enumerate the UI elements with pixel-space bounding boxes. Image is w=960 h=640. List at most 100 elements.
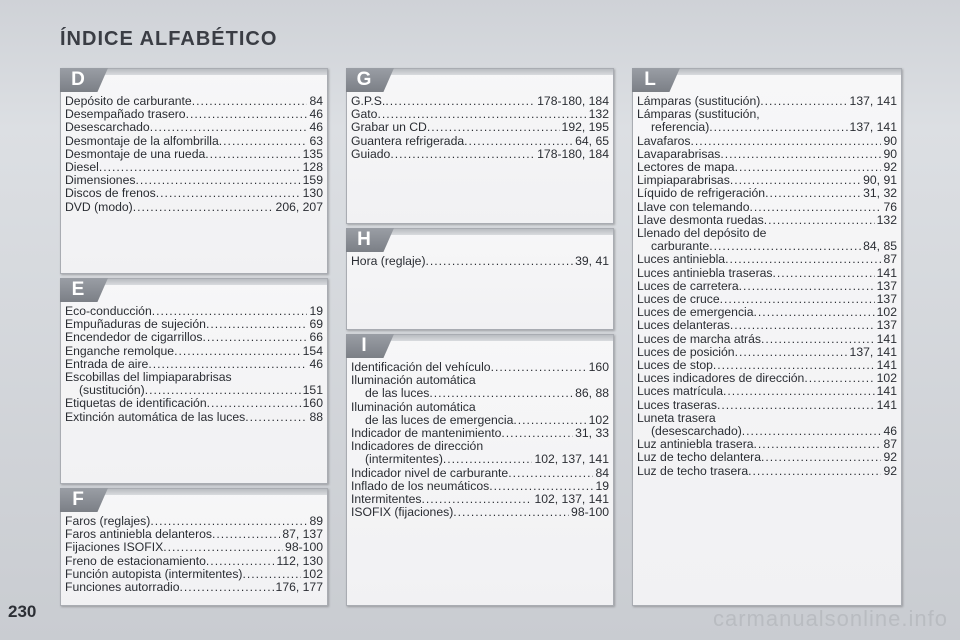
index-entry: Líquido de refrigeración 31, 32	[637, 187, 897, 200]
index-entry: Indicador nivel de carburante 84	[351, 465, 609, 480]
index-entry: Luz de techo delantera 92	[637, 451, 897, 464]
section-d: D Depósito de carburante84Desempañado tr…	[60, 68, 328, 274]
section-letter-d: D	[60, 68, 108, 92]
index-entry-leader	[748, 465, 881, 478]
index-entry-pages: 76	[883, 199, 897, 214]
index-entry: Luces de marcha atrás 141	[637, 331, 897, 346]
index-entry: referencia) 137, 141	[637, 121, 897, 134]
index-entry-pages: 192, 195	[561, 120, 609, 135]
index-entry-pages: 63	[309, 133, 323, 148]
index-entry-leader	[765, 187, 861, 200]
page-title: ÍNDICE ALFABÉTICO	[60, 28, 278, 50]
index-entry-pages: 137	[876, 318, 897, 333]
index-entry-leader	[150, 121, 308, 134]
index-entry: Llave con telemando 76	[637, 199, 897, 214]
index-entry-leader	[725, 253, 881, 266]
index-entry-term: Luces antiniebla traseras	[637, 265, 773, 280]
index-entry: de las luces 86, 88	[351, 387, 609, 400]
index-entry-leader	[133, 201, 274, 214]
index-entry-leader	[429, 387, 573, 400]
index-entry-leader	[180, 581, 274, 594]
index-entry: Guiado 178-180, 184	[351, 146, 609, 161]
index-entry-term: Guantera refrigerada	[351, 133, 465, 148]
index-entry: Funciones autorradio 176, 177	[65, 580, 323, 595]
index-entry-pages: 132	[876, 212, 897, 227]
index-entry-leader	[203, 331, 308, 344]
index-entry-pages: 160	[302, 396, 323, 411]
section-e: E Eco-conducción19Empuñaduras de sujeció…	[60, 278, 328, 484]
index-entry-pages: 64, 65	[575, 133, 609, 148]
section-letter-e: E	[60, 278, 108, 302]
index-entry: ISOFIX (fijaciones) 98-100	[351, 506, 609, 519]
index-entry-leader	[156, 187, 301, 200]
index-entry-pages: 206, 207	[275, 199, 323, 214]
index-entry-pages: 137, 141	[849, 94, 897, 108]
index-entry-term: Enganche remolque	[65, 343, 175, 358]
index-entry-leader	[764, 214, 875, 227]
section-letter-i: I	[346, 334, 394, 358]
index-entry-leader	[508, 467, 593, 480]
index-entry-pages: 98-100	[571, 505, 609, 520]
index-entry-term: de las luces	[365, 386, 430, 401]
index-column-2: G G.P.S.178-180, 184Gato132Grabar un CD1…	[346, 68, 614, 606]
index-entry-term: Discos de frenos	[65, 186, 156, 201]
index-entry-term: Fijaciones ISOFIX	[65, 540, 164, 555]
index-entry-pages: 39, 41	[575, 254, 609, 268]
index-entry-leader	[206, 555, 275, 568]
index-entry-leader	[754, 306, 875, 319]
index-entry-leader	[427, 121, 560, 134]
index-entry: Luces antiniebla traseras 141	[637, 265, 897, 280]
index-entry-term: Hora (reglaje)	[351, 254, 426, 268]
index-entry-pages: 46	[309, 356, 323, 371]
index-entry-pages: 141	[876, 331, 897, 346]
index-entry-leader	[723, 385, 875, 398]
index-entry-pages: 90	[883, 133, 897, 148]
index-entry-pages: 141	[876, 397, 897, 412]
index-entry-pages: 46	[309, 120, 323, 135]
index-entry-term: Indicador nivel de carburante	[351, 465, 509, 480]
index-entry: Discos de frenos 130	[65, 187, 323, 200]
index-entry-pages: 31, 32	[863, 186, 897, 201]
index-entry: Lavafaros 90	[637, 133, 897, 148]
index-entry-leader	[720, 148, 881, 161]
index-entry-leader	[804, 372, 874, 385]
index-entry-leader	[739, 280, 875, 293]
index-entry-pages: 130	[302, 186, 323, 201]
section-i-entries: Identificación del vehículo160Iluminació…	[351, 360, 609, 519]
index-entry-leader	[749, 201, 881, 214]
index-entry: Encendedor de cigarrillos 66	[65, 331, 323, 344]
index-entry-term: Iluminación automática	[351, 399, 476, 414]
index-entry-pages: 88	[309, 409, 323, 424]
index-entry-pages: 92	[883, 450, 897, 465]
section-g: G G.P.S.178-180, 184Gato132Grabar un CD1…	[346, 68, 614, 224]
index-entry-term: Desescarchado	[65, 120, 150, 135]
index-entry: G.P.S.178-180, 184	[351, 94, 609, 108]
index-entry: Fijaciones ISOFIX 98-100	[65, 541, 323, 554]
index-entry-term: Funciones autorradio	[65, 580, 180, 595]
index-entry-leader	[754, 438, 882, 451]
index-entry: Desmontaje de una rueda135	[65, 147, 323, 161]
index-entry-pages: 176, 177	[275, 580, 323, 595]
index-entry: Luces antiniebla 87	[637, 253, 897, 266]
index-entry-leader	[453, 506, 569, 519]
index-entry-term: Luces traseras	[637, 397, 717, 412]
index-entry-leader	[385, 95, 535, 108]
section-h: H Hora (reglaje) 39, 41	[346, 228, 614, 330]
index-entry-leader	[501, 427, 573, 440]
index-entry-term: Lavafaros	[637, 133, 691, 148]
index-entry-leader	[390, 148, 535, 161]
index-entry-term: Guiado	[351, 146, 391, 161]
index-entry-term: Etiquetas de identificación	[65, 396, 207, 411]
index-entry-leader	[491, 361, 587, 374]
index-entry-pages: 154	[302, 343, 323, 358]
index-entry: Luces traseras 141	[637, 397, 897, 412]
index-entry-leader	[464, 135, 573, 148]
index-entry-leader	[735, 161, 882, 174]
index-entry-term: (intermitentes)	[365, 452, 443, 467]
index-entry-leader	[206, 318, 308, 331]
index-entry-pages: 141	[876, 265, 897, 280]
page-number: 230	[8, 602, 37, 621]
index-entry-pages: 31, 33	[575, 426, 609, 441]
section-d-entries: Depósito de carburante84Desempañado tras…	[65, 94, 323, 214]
index-entry-term: Luz de techo delantera	[637, 450, 761, 465]
